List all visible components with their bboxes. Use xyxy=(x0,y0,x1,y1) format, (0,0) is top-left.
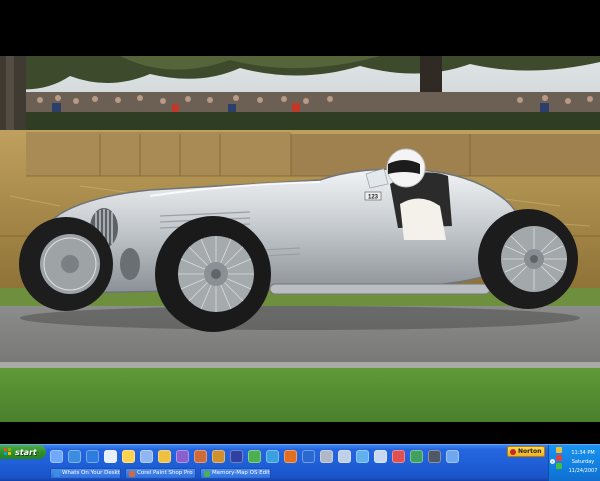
tray-security-icon[interactable] xyxy=(556,455,562,461)
start-button[interactable]: start xyxy=(0,445,46,459)
taskbar-button[interactable]: Corel Paint Shop Pro X xyxy=(125,468,196,479)
clock-date: 11/24/2007 xyxy=(568,468,598,474)
taskbar-button[interactable]: Memory-Map OS Edit... xyxy=(200,468,271,479)
clock[interactable]: 11:34 PM Saturday 11/24/2007 xyxy=(566,449,600,476)
windows-explorer-icon[interactable] xyxy=(158,449,171,463)
system-tray: ‹ 11:34 PM Saturday 11/24/2007 xyxy=(548,445,600,481)
task-buttons: Whats On Your Deskt... Corel Paint Shop P… xyxy=(50,468,271,480)
security-icon[interactable] xyxy=(338,449,351,463)
tray-network-icon[interactable] xyxy=(556,447,562,453)
firefox-icon[interactable] xyxy=(284,449,297,463)
taskbar-button-label: Corel Paint Shop Pro X xyxy=(137,470,195,476)
program-icon xyxy=(129,470,135,477)
messenger-icon[interactable] xyxy=(356,449,369,463)
norton-icon xyxy=(510,448,516,455)
outlook-express-icon[interactable] xyxy=(104,449,117,463)
clock-time: 11:34 PM xyxy=(571,450,595,456)
norton-label: Norton xyxy=(518,448,542,455)
taskbar-button[interactable]: Whats On Your Deskt... xyxy=(50,468,121,479)
network-icon[interactable] xyxy=(410,449,423,463)
folder-icon[interactable] xyxy=(140,449,153,463)
rear-wheel xyxy=(478,209,578,309)
taskbar-button-label: Memory-Map OS Edit... xyxy=(212,470,270,476)
media-player-icon[interactable] xyxy=(86,449,99,463)
quick-launch-toolbar xyxy=(50,447,459,465)
paint-icon[interactable] xyxy=(122,449,135,463)
shield-icon[interactable] xyxy=(302,449,315,463)
program-icon xyxy=(54,470,60,477)
disk-icon[interactable] xyxy=(374,449,387,463)
desktop[interactable]: 123 xyxy=(0,0,600,444)
winamp-icon[interactable] xyxy=(212,449,225,463)
color-wheel-icon[interactable] xyxy=(392,449,405,463)
window-icon[interactable] xyxy=(446,449,459,463)
chevron-left-icon[interactable]: ‹ xyxy=(550,459,555,464)
car-number-label: 123 xyxy=(368,195,379,201)
start-label: start xyxy=(15,447,37,457)
cut-tool-icon[interactable] xyxy=(248,449,261,463)
editor-icon[interactable] xyxy=(230,449,243,463)
program-icon xyxy=(204,470,210,477)
internet-explorer-icon[interactable] xyxy=(68,449,81,463)
tray-volume-icon[interactable] xyxy=(556,463,562,469)
picture-viewer-icon[interactable] xyxy=(176,449,189,463)
photo-icon[interactable] xyxy=(194,449,207,463)
front-left-wheel xyxy=(19,217,113,311)
windows-flag-icon xyxy=(4,448,12,456)
show-desktop-icon[interactable] xyxy=(50,449,63,463)
norton-button[interactable]: Norton xyxy=(507,446,545,457)
globe-icon[interactable] xyxy=(266,449,279,463)
battery-icon[interactable] xyxy=(428,449,441,463)
player-icon[interactable] xyxy=(320,449,333,463)
clock-day: Saturday xyxy=(571,459,595,465)
front-right-wheel xyxy=(155,216,271,332)
taskbar-button-label: Whats On Your Deskt... xyxy=(62,470,120,476)
taskbar: start Whats On Your Deskt... Corel Paint … xyxy=(0,444,600,481)
wallpaper-image: 123 xyxy=(0,56,600,422)
